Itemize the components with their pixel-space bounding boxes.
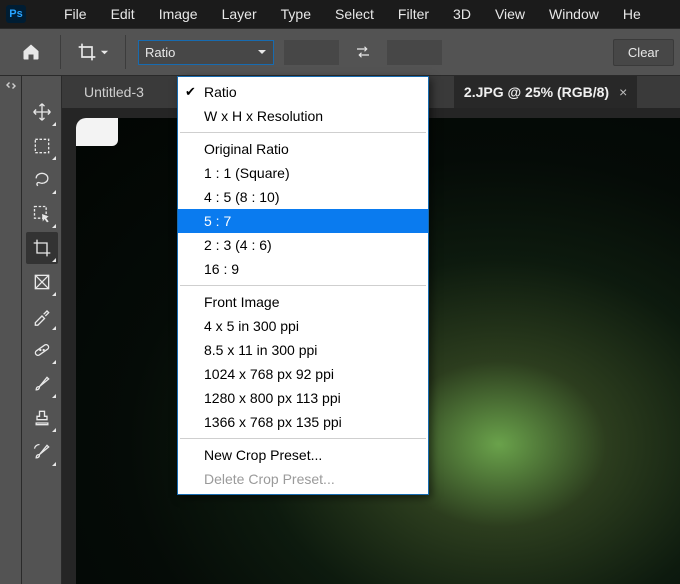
check-icon: ✔ xyxy=(185,84,196,100)
tool-palette xyxy=(22,76,62,584)
stamp-icon xyxy=(32,408,52,428)
healing-tool[interactable] xyxy=(26,334,58,366)
frame-tool[interactable] xyxy=(26,266,58,298)
quick-select-icon xyxy=(32,204,52,224)
marquee-icon xyxy=(32,136,52,156)
document-tab-label: Untitled-3 xyxy=(84,84,144,100)
menu-layer[interactable]: Layer xyxy=(210,3,269,25)
app-logo-text: Ps xyxy=(9,8,22,20)
dropdown-item-label: 4 x 5 in 300 ppi xyxy=(204,318,299,334)
menu-3d[interactable]: 3D xyxy=(441,3,483,25)
dropdown-item-1366x768[interactable]: 1366 x 768 px 135 ppi xyxy=(178,410,428,434)
dropdown-item-4x5-300[interactable]: 4 x 5 in 300 ppi xyxy=(178,314,428,338)
move-tool[interactable] xyxy=(26,96,58,128)
dropdown-item-label: 1280 x 800 px 113 ppi xyxy=(204,390,341,406)
dropdown-item-label: 4 : 5 (8 : 10) xyxy=(204,189,279,205)
move-icon xyxy=(32,102,52,122)
history-brush-icon xyxy=(32,442,52,462)
menu-filter[interactable]: Filter xyxy=(386,3,441,25)
dropdown-item-label: Delete Crop Preset... xyxy=(204,471,335,487)
menu-image[interactable]: Image xyxy=(147,3,210,25)
menu-edit[interactable]: Edit xyxy=(99,3,147,25)
lasso-icon xyxy=(32,170,52,190)
swap-dimensions-button[interactable] xyxy=(349,38,377,66)
dropdown-separator xyxy=(180,285,426,286)
dropdown-item-16-9[interactable]: 16 : 9 xyxy=(178,257,428,281)
dropdown-item-label: 1 : 1 (Square) xyxy=(204,165,290,181)
crop-icon xyxy=(77,42,97,62)
history-brush-tool[interactable] xyxy=(26,436,58,468)
dropdown-item-front-image[interactable]: Front Image xyxy=(178,290,428,314)
clear-label: Clear xyxy=(628,45,659,60)
dropdown-item-4-5[interactable]: 4 : 5 (8 : 10) xyxy=(178,185,428,209)
menu-select[interactable]: Select xyxy=(323,3,386,25)
lasso-tool[interactable] xyxy=(26,164,58,196)
bandage-icon xyxy=(32,340,52,360)
divider xyxy=(60,35,61,69)
menu-type[interactable]: Type xyxy=(269,3,323,25)
dropdown-item-label: New Crop Preset... xyxy=(204,447,322,463)
eyedropper-icon xyxy=(32,306,52,326)
brush-icon xyxy=(32,374,52,394)
menu-view[interactable]: View xyxy=(483,3,537,25)
crop-tool[interactable] xyxy=(26,232,58,264)
dropdown-separator xyxy=(180,438,426,439)
dropdown-item-label: W x H x Resolution xyxy=(204,108,323,124)
clear-button[interactable]: Clear xyxy=(613,39,674,66)
dropdown-item-new-preset[interactable]: New Crop Preset... xyxy=(178,443,428,467)
expand-icon xyxy=(5,82,17,92)
dropdown-item-1280x800[interactable]: 1280 x 800 px 113 ppi xyxy=(178,386,428,410)
dropdown-separator xyxy=(180,132,426,133)
close-tab-icon[interactable]: × xyxy=(619,84,627,100)
dropdown-item-original-ratio[interactable]: Original Ratio xyxy=(178,137,428,161)
dropdown-item-1024x768[interactable]: 1024 x 768 px 92 ppi xyxy=(178,362,428,386)
crop-ratio-select[interactable]: Ratio xyxy=(138,40,274,65)
document-tab-active[interactable]: 2.JPG @ 25% (RGB/8) × xyxy=(454,76,637,108)
options-bar: Ratio Clear xyxy=(0,28,680,76)
marquee-tool[interactable] xyxy=(26,130,58,162)
menu-window[interactable]: Window xyxy=(537,3,611,25)
dropdown-item-label: 5 : 7 xyxy=(204,213,231,229)
dropdown-item-wxh[interactable]: W x H x Resolution xyxy=(178,104,428,128)
crop-ratio-value: Ratio xyxy=(145,45,175,60)
dropdown-item-label: Front Image xyxy=(204,294,279,310)
divider xyxy=(125,35,126,69)
menu-help[interactable]: He xyxy=(611,3,653,25)
document-tab-inactive[interactable]: Untitled-3 xyxy=(74,76,154,108)
crop-tool-preset[interactable] xyxy=(73,35,113,69)
dropdown-item-label: 16 : 9 xyxy=(204,261,239,277)
dropdown-item-label: 8.5 x 11 in 300 ppi xyxy=(204,342,317,358)
dropdown-item-label: Ratio xyxy=(204,84,237,100)
crop-height-input[interactable] xyxy=(387,40,442,65)
menu-file[interactable]: File xyxy=(52,3,99,25)
quick-select-tool[interactable] xyxy=(26,198,58,230)
brush-tool[interactable] xyxy=(26,368,58,400)
home-icon xyxy=(21,42,41,62)
dropdown-item-2-3[interactable]: 2 : 3 (4 : 6) xyxy=(178,233,428,257)
crop-icon xyxy=(32,238,52,258)
dropdown-item-label: Original Ratio xyxy=(204,141,289,157)
stamp-tool[interactable] xyxy=(26,402,58,434)
document-tab-label: 2.JPG @ 25% (RGB/8) xyxy=(464,84,609,100)
dropdown-item-label: 1024 x 768 px 92 ppi xyxy=(204,366,334,382)
dropdown-item-label: 2 : 3 (4 : 6) xyxy=(204,237,272,253)
toolbar-expander[interactable] xyxy=(0,76,22,584)
dropdown-item-1-1[interactable]: 1 : 1 (Square) xyxy=(178,161,428,185)
home-button[interactable] xyxy=(14,35,48,69)
chevron-down-icon xyxy=(100,48,109,57)
chevron-down-icon xyxy=(257,47,267,57)
swap-icon xyxy=(354,43,372,61)
frame-icon xyxy=(32,272,52,292)
dropdown-item-5-7[interactable]: 5 : 7 xyxy=(178,209,428,233)
dropdown-item-delete-preset: Delete Crop Preset... xyxy=(178,467,428,491)
dropdown-item-8p5x11-300[interactable]: 8.5 x 11 in 300 ppi xyxy=(178,338,428,362)
crop-ratio-dropdown: ✔ Ratio W x H x Resolution Original Rati… xyxy=(177,76,429,495)
menubar: Ps File Edit Image Layer Type Select Fil… xyxy=(0,0,680,28)
app-logo: Ps xyxy=(6,5,26,23)
dropdown-item-ratio[interactable]: ✔ Ratio xyxy=(178,80,428,104)
eyedropper-tool[interactable] xyxy=(26,300,58,332)
dropdown-item-label: 1366 x 768 px 135 ppi xyxy=(204,414,342,430)
crop-width-input[interactable] xyxy=(284,40,339,65)
